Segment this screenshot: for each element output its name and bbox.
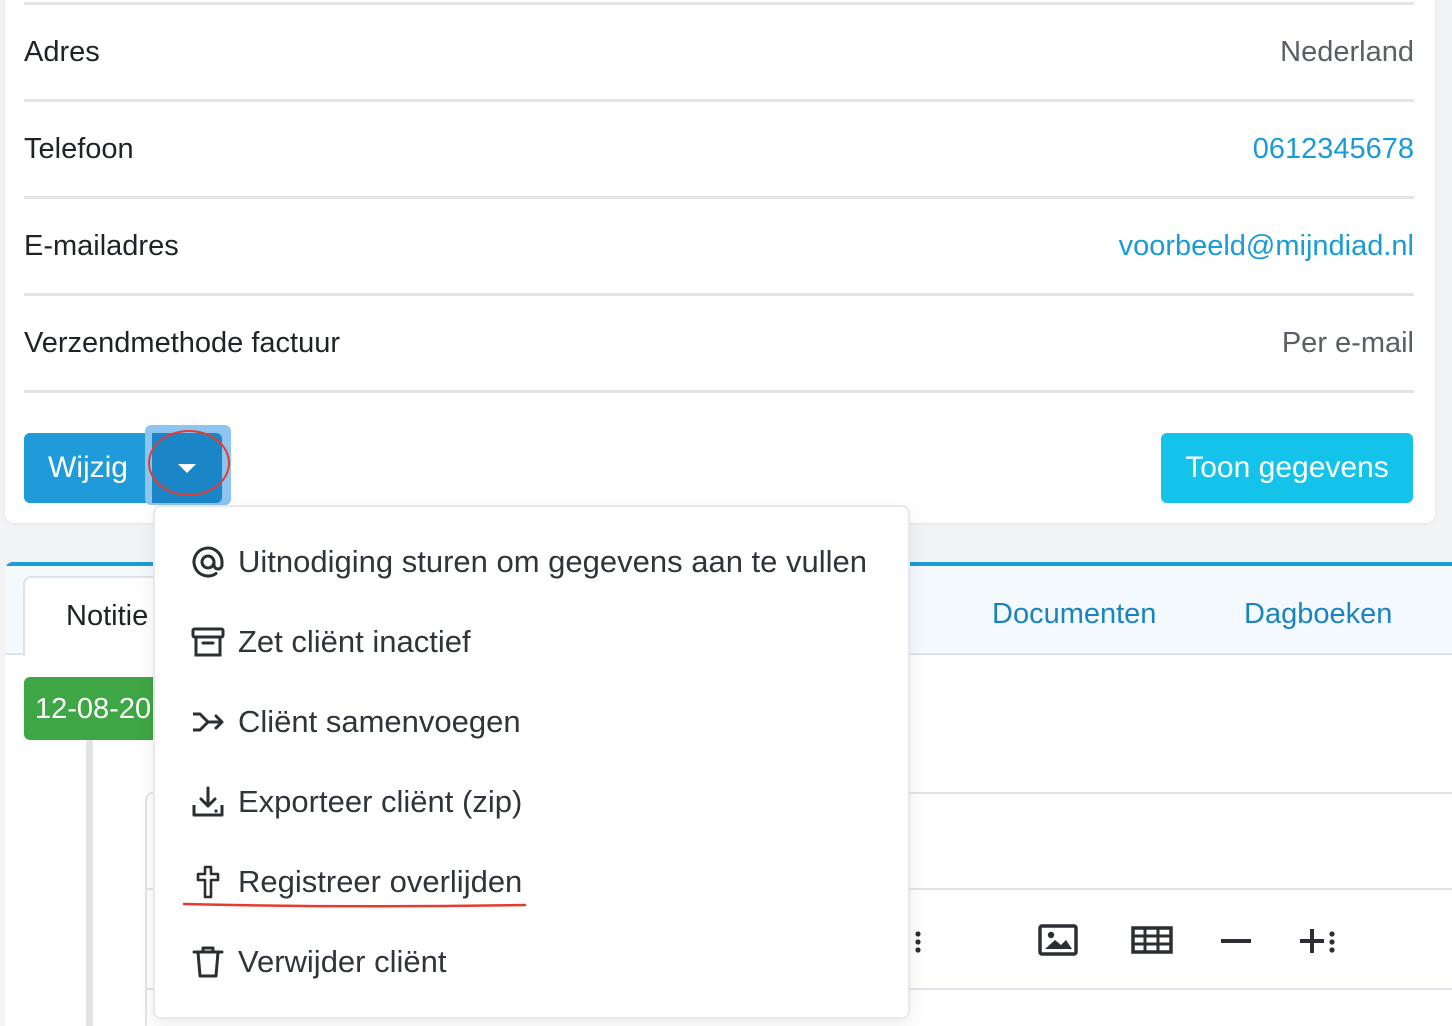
menu-item-set-inactive[interactable]: Zet cliënt inactief — [190, 617, 890, 667]
detail-row-address: Adres Nederland — [24, 5, 1414, 102]
email-link[interactable]: voorbeeld@mijndiad.nl — [1119, 230, 1414, 263]
menu-item-label: Verwijder cliënt — [238, 944, 447, 979]
merge-icon — [190, 704, 226, 740]
detail-label: Adres — [24, 35, 100, 68]
detail-label: Telefoon — [24, 132, 134, 165]
show-data-button[interactable]: Toon gegevens — [1161, 433, 1413, 503]
menu-item-merge-client[interactable]: Cliënt samenvoegen — [190, 697, 890, 747]
trash-icon — [190, 944, 226, 980]
detail-label: E-mailadres — [24, 229, 179, 262]
annotation-circle — [148, 430, 230, 496]
phone-link[interactable]: 0612345678 — [1253, 133, 1414, 166]
menu-item-register-death[interactable]: Registreer overlijden — [190, 857, 890, 907]
at-icon — [190, 544, 226, 580]
menu-item-delete-client[interactable]: Verwijder cliënt — [190, 937, 890, 987]
menu-item-label: Exporteer cliënt (zip) — [238, 784, 523, 819]
image-icon[interactable] — [1036, 920, 1080, 960]
menu-item-label: Uitnodiging sturen om gegevens aan te vu… — [238, 544, 868, 579]
horizontal-rule-icon[interactable] — [1214, 920, 1258, 960]
detail-label: Verzendmethode factuur — [24, 326, 340, 359]
detail-value: Nederland — [1280, 35, 1414, 68]
menu-item-label: Zet cliënt inactief — [238, 624, 471, 659]
archive-icon — [190, 624, 226, 660]
insert-more-icon[interactable] — [1298, 920, 1342, 960]
download-icon — [190, 784, 226, 820]
timeline-line — [86, 740, 93, 1026]
detail-row-phone: Telefoon 0612345678 — [24, 102, 1414, 199]
detail-row-email: E-mailadres voorbeeld@mijndiad.nl — [24, 199, 1414, 296]
tab-dagboeken[interactable]: Dagboeken — [1244, 598, 1392, 631]
menu-item-label: Cliënt samenvoegen — [238, 704, 521, 739]
cross-icon — [190, 864, 226, 900]
table-icon[interactable] — [1130, 920, 1174, 960]
menu-item-export-client[interactable]: Exporteer cliënt (zip) — [190, 777, 890, 827]
detail-row-invoice-method: Verzendmethode factuur Per e-mail — [24, 296, 1414, 393]
tab-documenten[interactable]: Documenten — [992, 598, 1156, 631]
detail-value: Per e-mail — [1281, 326, 1414, 359]
annotation-underline — [183, 902, 526, 908]
edit-button[interactable]: Wijzig — [24, 433, 152, 503]
menu-item-label: Registreer overlijden — [238, 864, 523, 899]
menu-item-send-invitation[interactable]: Uitnodiging sturen om gegevens aan te vu… — [190, 537, 890, 587]
